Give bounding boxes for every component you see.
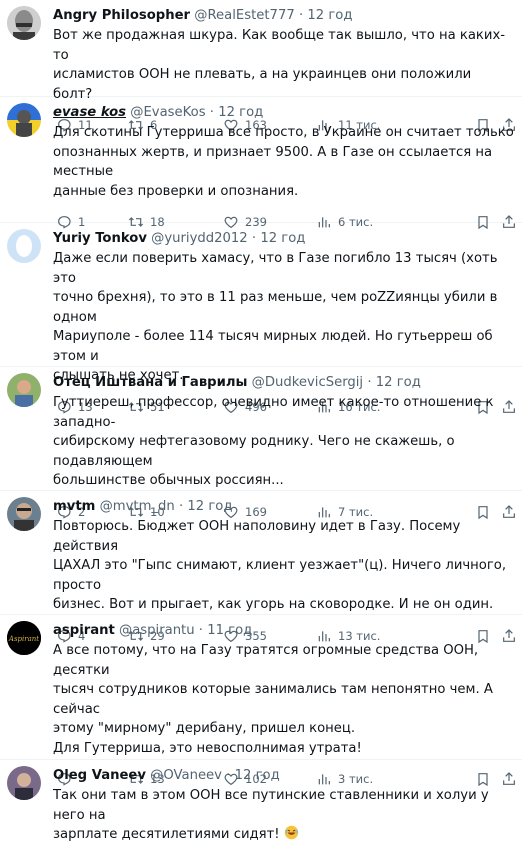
timestamp[interactable]: 12 год xyxy=(218,105,263,120)
timestamp[interactable]: 12 год xyxy=(376,375,421,390)
reply-tweet[interactable]: Aspirant aspirant @aspirantu · 11 год А … xyxy=(0,615,522,787)
tweet-text: Гуттиереш, профессор, очевидно имеет как… xyxy=(53,395,494,488)
reply-tweet[interactable]: Oleg Vaneev @OVaneev · 12 год Так они та… xyxy=(0,760,522,842)
tweet-text: Для скотины Гутерриша все просто, в Укра… xyxy=(53,125,514,199)
author-handle[interactable]: @DudkevicSergij xyxy=(252,375,363,390)
separator-dot: · xyxy=(178,499,184,514)
tweet-text-body: Так они там в этом ООН все путинские ста… xyxy=(53,788,489,842)
reply-tweet[interactable]: mvtm @mvtm_dn · 12 год Повторюсь. Бюджет… xyxy=(0,491,522,643)
separator-dot: · xyxy=(226,768,231,783)
author-handle[interactable]: @RealEstet777 xyxy=(194,8,294,23)
tweet-text: Вот же продажная шкура. Как вообще так в… xyxy=(53,28,506,102)
author-name[interactable]: Oleg Vaneev xyxy=(53,768,146,783)
avatar[interactable] xyxy=(7,766,41,800)
author-name[interactable]: mvtm xyxy=(53,499,95,514)
author-handle[interactable]: @yuriydd2012 xyxy=(151,231,248,246)
timestamp[interactable]: 11 год xyxy=(207,623,252,638)
author-name[interactable]: Angry Philosopher xyxy=(53,8,190,23)
author-name[interactable]: evase kos xyxy=(53,105,126,120)
separator-dot: · xyxy=(209,105,214,120)
reply-tweet[interactable]: Yuriy Tonkov @yuriydd2012 · 12 год Даже … xyxy=(0,223,522,414)
separator-dot: · xyxy=(198,623,203,638)
author-name[interactable]: Yuriy Tonkov xyxy=(53,231,147,246)
timestamp[interactable]: 12 год xyxy=(307,8,352,23)
reply-tweet[interactable]: Angry Philosopher @RealEstet777 · 12 год… xyxy=(0,0,522,133)
tweet-text: Повторюсь. Бюджет ООН наполовину идет в … xyxy=(53,519,507,612)
author-handle[interactable]: @aspirantu xyxy=(119,623,195,638)
reply-tweet[interactable]: evase kos @EvaseKos · 12 год Для скотины… xyxy=(0,97,522,230)
timestamp[interactable]: 12 год xyxy=(235,768,280,783)
author-handle[interactable]: @mvtm_dn xyxy=(100,499,175,514)
separator-dot: · xyxy=(367,375,372,390)
separator-dot: · xyxy=(251,231,257,246)
author-name[interactable]: aspirant xyxy=(53,623,115,638)
reply-tweet[interactable]: Отец Иштвана и Гаврилы @DudkevicSergij ·… xyxy=(0,367,522,519)
timestamp[interactable]: 12 год xyxy=(260,231,305,246)
separator-dot: · xyxy=(298,8,304,23)
avatar[interactable] xyxy=(7,6,41,40)
avatar-logo-text: Aspirant xyxy=(8,635,39,643)
author-name[interactable]: Отец Иштвана и Гаврилы xyxy=(53,375,247,390)
tweet-text: Даже если поверить хамасу, что в Газе по… xyxy=(53,251,498,383)
laughing-emoji-icon xyxy=(284,825,298,840)
avatar[interactable] xyxy=(7,373,41,407)
avatar[interactable] xyxy=(7,497,41,531)
author-handle[interactable]: @OVaneev xyxy=(150,768,222,783)
tweet-text: Так они там в этом ООН все путинские ста… xyxy=(53,786,514,845)
author-handle[interactable]: @EvaseKos xyxy=(130,105,205,120)
avatar[interactable] xyxy=(7,229,41,263)
reply-feed: Angry Philosopher @RealEstet777 · 12 год… xyxy=(0,0,522,842)
avatar[interactable]: Aspirant xyxy=(7,621,41,655)
tweet-text: А все потому, что на Газу тратятся огром… xyxy=(53,643,493,756)
avatar[interactable] xyxy=(7,103,41,137)
timestamp[interactable]: 12 год xyxy=(187,499,232,514)
